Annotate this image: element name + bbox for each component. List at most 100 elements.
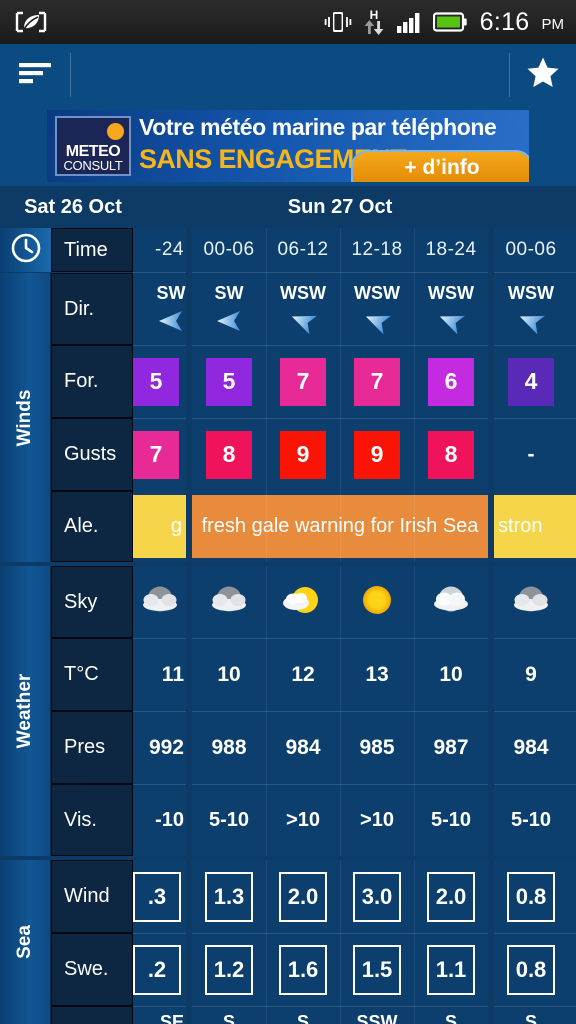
row-label-time: Time <box>51 228 133 272</box>
cell-temp[interactable]: 10 <box>192 638 266 711</box>
cell-dir[interactable]: WSW <box>340 273 414 345</box>
cell-vis[interactable]: >10 <box>340 784 414 856</box>
visibility-value: 5-10 <box>208 808 250 831</box>
cell-gusts[interactable]: - <box>494 418 568 491</box>
cell-sea_swell[interactable]: 0.8 <box>494 933 568 1006</box>
status-clock-ampm: PM <box>541 15 565 33</box>
cell-temp[interactable]: 12 <box>266 638 340 711</box>
cell-sea_dir[interactable]: S <box>494 1006 568 1024</box>
cell-gusts[interactable]: 9 <box>266 418 340 491</box>
cell-vis[interactable]: 5-10 <box>192 784 266 856</box>
cell-pres[interactable]: 985 <box>340 711 414 784</box>
cell-sea_swell[interactable]: 1.1 <box>414 933 488 1006</box>
pressure-value: 984 <box>285 735 321 759</box>
cell-sky[interactable] <box>494 566 568 638</box>
cell-pres[interactable]: 992 <box>133 711 186 784</box>
cell-sea_dir[interactable]: S <box>192 1006 266 1024</box>
sea-wind-wave-box: 2.0 <box>279 871 327 922</box>
cell-vis[interactable]: 5-10 <box>414 784 488 856</box>
cell-sea_swell[interactable]: 1.2 <box>192 933 266 1006</box>
ad-cta-button[interactable]: + d’info <box>351 150 529 182</box>
cell-pres[interactable]: 984 <box>494 711 568 784</box>
cell-sea_wind[interactable]: 2.0 <box>266 860 340 933</box>
cell-dir[interactable]: WSW <box>414 273 488 345</box>
cell-sea_dir[interactable]: S <box>414 1006 488 1024</box>
cell-for[interactable]: 6 <box>414 345 488 418</box>
time-range-text: 00-06 <box>203 239 255 260</box>
cell-dir[interactable]: SW <box>192 273 266 345</box>
cell-time[interactable]: -24 <box>133 228 186 272</box>
cell-separator <box>133 345 186 346</box>
cell-sea_wind[interactable]: 1.3 <box>192 860 266 933</box>
row-label-sea_dir: Dir. <box>51 1006 133 1024</box>
cell-sky[interactable] <box>133 566 186 638</box>
cell-temp[interactable]: 10 <box>414 638 488 711</box>
cell-time[interactable]: 00-06 <box>494 228 568 272</box>
cell-sea_swell[interactable]: .2 <box>133 933 186 1006</box>
visibility-value: >10 <box>360 808 394 831</box>
cell-vis[interactable]: >10 <box>266 784 340 856</box>
cell-for[interactable]: 5 <box>192 345 266 418</box>
favorite-button[interactable] <box>510 44 576 106</box>
cell-sea_wind[interactable]: .3 <box>133 860 186 933</box>
cell-sky[interactable] <box>192 566 266 638</box>
row-label-gusts: Gusts <box>51 418 133 491</box>
cell-sea_wind[interactable]: 3.0 <box>340 860 414 933</box>
cell-time[interactable]: 06-12 <box>266 228 340 272</box>
cell-gusts[interactable]: 7 <box>133 418 186 491</box>
cell-alert[interactable]: stron <box>494 495 576 558</box>
cell-sea_dir[interactable]: SE <box>133 1006 186 1024</box>
row-label-sky: Sky <box>51 566 133 638</box>
cell-sea_swell[interactable]: 1.5 <box>340 933 414 1006</box>
cell-sky[interactable] <box>340 566 414 638</box>
wind-arrow-icon <box>436 306 466 336</box>
cell-for[interactable]: 5 <box>133 345 186 418</box>
cell-dir[interactable]: WSW <box>266 273 340 345</box>
row-label-vis: Vis. <box>51 784 133 856</box>
cell-time[interactable]: 18-24 <box>414 228 488 272</box>
cell-separator <box>494 784 576 785</box>
cell-vis[interactable]: 5-10 <box>494 784 568 856</box>
cell-sea_dir[interactable]: SSW <box>340 1006 414 1024</box>
wind-gusts-badge: 8 <box>428 430 474 479</box>
sea-direction-text: SE <box>159 1012 184 1024</box>
cell-pres[interactable]: 984 <box>266 711 340 784</box>
cell-gusts[interactable]: 8 <box>192 418 266 491</box>
cell-alert[interactable]: g <box>133 495 186 558</box>
cell-time[interactable]: 00-06 <box>192 228 266 272</box>
ad-banner[interactable]: METEO CONSULT Votre météo marine par tél… <box>47 110 529 182</box>
cell-sea_wind[interactable]: 0.8 <box>494 860 568 933</box>
cell-dir[interactable]: SW <box>133 273 186 345</box>
cell-separator <box>133 1006 186 1007</box>
cell-gusts[interactable]: 8 <box>414 418 488 491</box>
cell-sea_wind[interactable]: 2.0 <box>414 860 488 933</box>
sea-swell-box: 1.5 <box>353 944 401 995</box>
cell-for[interactable]: 7 <box>340 345 414 418</box>
cell-time[interactable]: 12-18 <box>340 228 414 272</box>
cell-sky[interactable] <box>266 566 340 638</box>
menu-button[interactable] <box>0 44 70 106</box>
temperature-value: 10 <box>439 662 463 686</box>
wind-direction-text: SW <box>156 282 186 303</box>
cell-temp[interactable]: 9 <box>494 638 568 711</box>
cell-vis[interactable]: -10 <box>133 784 186 856</box>
cell-for[interactable]: 4 <box>494 345 568 418</box>
cell-pres[interactable]: 988 <box>192 711 266 784</box>
cell-for[interactable]: 7 <box>266 345 340 418</box>
cell-temp[interactable]: 13 <box>340 638 414 711</box>
cell-sea_dir[interactable]: S <box>266 1006 340 1024</box>
cell-temp[interactable]: 11 <box>133 638 186 711</box>
clock-icon <box>11 233 41 268</box>
cell-sky[interactable] <box>414 566 488 638</box>
ad-banner-container[interactable]: METEO CONSULT Votre météo marine par tél… <box>0 106 576 186</box>
time-range-text: 18-24 <box>425 239 477 260</box>
cell-gusts[interactable]: 9 <box>340 418 414 491</box>
column-separator <box>266 228 267 562</box>
cell-sea_swell[interactable]: 1.6 <box>266 933 340 1006</box>
column-separator <box>414 860 415 1024</box>
cell-dir[interactable]: WSW <box>494 273 568 345</box>
cell-pres[interactable]: 987 <box>414 711 488 784</box>
status-right-icons: H 6:16 PM <box>324 8 576 37</box>
wind-for-badge: 4 <box>508 357 554 406</box>
wind-direction-text: WSW <box>354 282 400 303</box>
